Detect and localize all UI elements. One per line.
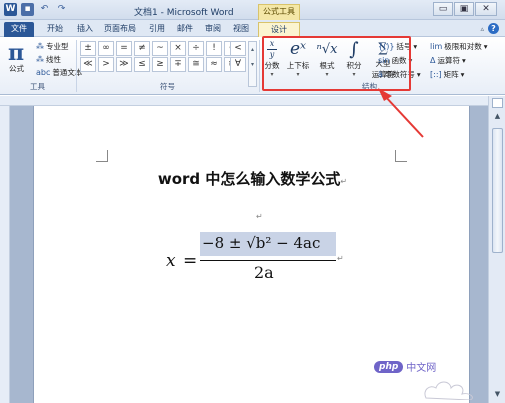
vertical-ruler <box>0 106 10 403</box>
document-heading-text: word 中怎么输入数学公式 <box>157 170 341 188</box>
limit-icon: lim <box>430 42 443 51</box>
symbol-button[interactable]: × <box>170 41 186 56</box>
symbol-button[interactable]: ≤ <box>134 57 150 72</box>
symbol-button[interactable]: ÷ <box>188 41 204 56</box>
symbol-button[interactable]: ≥ <box>152 57 168 72</box>
help-icon[interactable]: ? <box>488 23 499 34</box>
normal-text-option-label: 普通文本 <box>52 68 83 77</box>
tab-design[interactable]: 设计 <box>258 22 300 37</box>
site-watermark: php 中文网 <box>374 359 436 374</box>
page-corner-mark <box>96 150 108 162</box>
limit-log-label: 极限和对数 <box>444 42 482 51</box>
symbol-button[interactable]: ≫ <box>116 57 132 72</box>
operator-button[interactable]: Δ 运算符 ▾ <box>430 54 488 68</box>
restore-button[interactable]: ▣ <box>454 2 474 16</box>
equation-equals: = <box>183 251 198 271</box>
horizontal-ruler <box>0 96 492 106</box>
professional-option[interactable]: ⁂ 专业型 <box>36 41 69 52</box>
highlight-box <box>262 36 411 91</box>
group-separator <box>76 40 77 92</box>
undo-icon[interactable]: ↶ <box>38 3 51 16</box>
close-button[interactable]: ✕ <box>475 2 497 16</box>
redo-icon[interactable]: ↷ <box>55 3 68 16</box>
php-logo: php <box>374 360 404 373</box>
minimize-ribbon-icon[interactable]: ▵ <box>480 25 484 33</box>
tab-mailings[interactable]: 邮件 <box>172 22 198 37</box>
symbol-button[interactable]: ~ <box>152 41 168 56</box>
fraction-bar <box>200 260 336 261</box>
operator-label: 运算符 <box>437 56 460 65</box>
dropdown-caret-icon: ▾ <box>413 42 418 51</box>
tab-home[interactable]: 开始 <box>42 22 68 37</box>
professional-format-icon: ⁂ <box>36 42 44 51</box>
tab-references[interactable]: 引用 <box>144 22 170 37</box>
linear-option[interactable]: ⁂ 线性 <box>36 54 61 65</box>
symbol-button[interactable]: ∞ <box>98 41 114 56</box>
operator-icon: Δ <box>430 56 436 65</box>
dropdown-caret-icon: ▾ <box>460 70 465 79</box>
paragraph-mark: ↵ <box>340 177 348 186</box>
scroll-thumb[interactable] <box>492 128 503 253</box>
paragraph-mark: ↵ <box>256 212 263 221</box>
tab-insert[interactable]: 插入 <box>72 22 98 37</box>
linear-format-icon: ⁂ <box>36 55 44 64</box>
symbol-gallery-scroll[interactable]: ▴ ▾ <box>248 41 257 87</box>
matrix-icon: [::] <box>430 70 442 79</box>
save-icon[interactable]: ▪ <box>21 3 34 16</box>
window-controls: ▭ ▣ ✕ <box>433 2 497 16</box>
equation-tools-context-label: 公式工具 <box>258 4 300 20</box>
symbol-button[interactable]: ! <box>206 41 222 56</box>
ribbon: π 公式 ⁂ 专业型 ⁂ 线性 abc 普通文本 工具 ± ∞ = ≠ ~ × … <box>0 37 505 95</box>
window-title: 文档1 - Microsoft Word <box>134 8 234 18</box>
equation-lhs: x <box>166 251 176 271</box>
limit-log-button[interactable]: lim 极限和对数 ▾ <box>430 40 488 54</box>
tab-page-layout[interactable]: 页面布局 <box>100 22 140 37</box>
equation-object[interactable]: x = −8 ± √b² − 4ac 2a ↵ <box>166 232 366 292</box>
tab-review[interactable]: 审阅 <box>200 22 226 37</box>
view-ruler-icon[interactable] <box>492 98 503 108</box>
ribbon-right-controls: ▵ ? <box>480 23 499 34</box>
equation-denominator: 2a <box>254 263 274 282</box>
document-heading[interactable]: word 中怎么输入数学公式↵ <box>34 168 471 189</box>
matrix-button[interactable]: [::] 矩阵 ▾ <box>430 68 488 82</box>
tab-file[interactable]: 文件 <box>4 22 34 37</box>
matrix-label: 矩阵 <box>443 70 459 79</box>
symbols-group-label: 符号 <box>160 82 175 91</box>
professional-option-label: 专业型 <box>46 42 69 51</box>
scroll-up-icon[interactable]: ▲ <box>492 112 503 123</box>
symbol-gallery: ± ∞ = ≠ ~ × ÷ ! ∝ ≪ > ≫ ≤ ≥ ∓ ≅ ≈ ≡ <box>80 41 240 72</box>
dropdown-caret-icon: ▾ <box>461 56 466 65</box>
equation-numerator: −8 ± √b² − 4ac <box>202 234 321 252</box>
linear-option-label: 线性 <box>46 55 61 64</box>
structures-right-column-2: lim 极限和对数 ▾ Δ 运算符 ▾ [::] 矩阵 ▾ <box>430 40 488 82</box>
symbol-button[interactable]: > <box>98 57 114 72</box>
title-bar: W ▪ ↶ ↷ 文档1 - Microsoft Word 公式工具 ▭ ▣ ✕ <box>0 0 505 20</box>
page-corner-mark <box>395 150 407 162</box>
symbol-button[interactable]: ≪ <box>80 57 96 72</box>
dropdown-caret-icon: ▾ <box>416 70 421 79</box>
equation-button-label[interactable]: 公式 <box>9 63 24 74</box>
word-app-icon[interactable]: W <box>4 3 17 16</box>
group-separator <box>259 40 260 92</box>
symbol-button[interactable]: ≠ <box>134 41 150 56</box>
quick-access-toolbar: W ▪ ↶ ↷ <box>4 3 68 16</box>
vertical-scrollbar[interactable]: ▲ ▼ <box>488 96 505 403</box>
symbol-button[interactable]: ∓ <box>170 57 186 72</box>
dropdown-caret-icon: ▾ <box>483 42 488 51</box>
decorative-cloud-icon <box>424 381 473 400</box>
normal-text-icon: abc <box>36 68 51 77</box>
symbol-button[interactable]: = <box>116 41 132 56</box>
ribbon-tabs: 文件 开始 插入 页面布局 引用 邮件 审阅 视图 设计 ▵ ? <box>0 20 505 37</box>
minimize-button[interactable]: ▭ <box>433 2 453 16</box>
paragraph-mark: ↵ <box>337 254 344 263</box>
symbol-button[interactable]: < <box>230 41 246 56</box>
scroll-down-icon[interactable]: ▼ <box>492 390 503 401</box>
watermark-text: 中文网 <box>406 363 437 374</box>
symbol-button[interactable]: ≅ <box>188 57 204 72</box>
tools-group-label: 工具 <box>30 82 45 91</box>
tab-view[interactable]: 视图 <box>228 22 254 37</box>
symbol-button[interactable]: ∀ <box>230 57 246 72</box>
symbol-button[interactable]: ± <box>80 41 96 56</box>
symbol-button[interactable]: ≈ <box>206 57 222 72</box>
